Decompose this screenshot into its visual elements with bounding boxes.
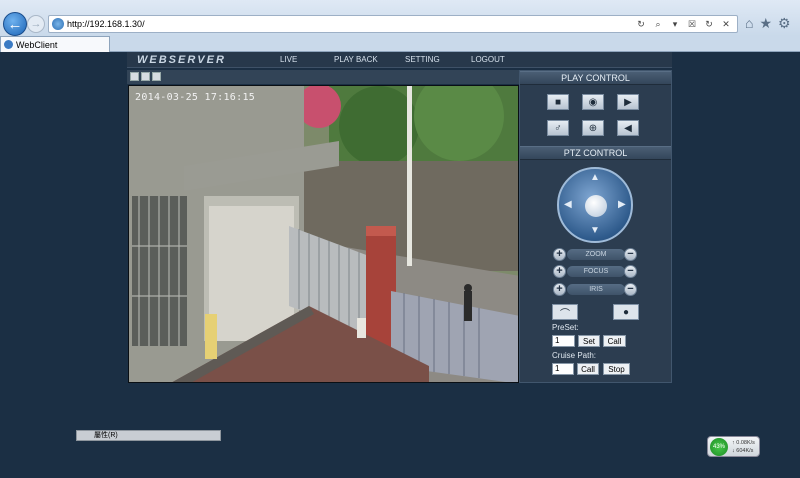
address-url[interactable]: http://192.168.1.30/: [67, 19, 635, 29]
menu-playback[interactable]: PLAY BACK: [334, 55, 378, 64]
focus-minus-button[interactable]: −: [624, 265, 637, 278]
favicon-icon: [52, 18, 64, 30]
ptz-down-arrow-icon[interactable]: ▼: [590, 225, 600, 236]
iris-minus-button[interactable]: −: [624, 283, 637, 296]
focus-label: FOCUS: [567, 266, 625, 277]
menu-live[interactable]: LIVE: [280, 55, 297, 64]
preset-call-button[interactable]: Call: [603, 335, 626, 347]
refresh-icon[interactable]: ↻: [703, 19, 715, 30]
upload-rate-row: ↑ 0.08K/s: [732, 440, 755, 446]
stop-icon[interactable]: ■: [547, 94, 569, 110]
address-bar[interactable]: http://192.168.1.30/ ↻ ⌕ ▾ ☒ ↻ ✕: [48, 15, 738, 33]
camera-scene: [129, 86, 518, 382]
snapshot-icon[interactable]: ◉: [582, 94, 604, 110]
menu-setting[interactable]: SETTING: [405, 55, 440, 64]
properties-bar[interactable]: 屬性(R): [76, 430, 221, 441]
ptz-left-arrow-icon[interactable]: ◀: [564, 199, 572, 210]
light-bulb-icon[interactable]: ●: [613, 304, 639, 320]
microphone-icon[interactable]: ♂: [547, 120, 569, 136]
tab-title: WebClient: [16, 39, 58, 50]
live-video-feed[interactable]: 2014-03-25 17:16:15: [128, 85, 519, 383]
speaker-icon[interactable]: ◀: [617, 120, 639, 136]
view-toolbar: [127, 70, 519, 84]
network-percent: 43%: [710, 438, 728, 456]
network-speed-widget[interactable]: 43% ↑ 0.08K/s ↓ 604K/s: [707, 436, 760, 457]
search-icon[interactable]: ⌕: [652, 19, 664, 30]
tab-webclient[interactable]: WebClient: [0, 36, 110, 52]
record-icon[interactable]: ▶: [617, 94, 639, 110]
compat-view-icon[interactable]: ☒: [686, 19, 698, 30]
wiper-icon[interactable]: ⌒: [552, 304, 578, 320]
menu-logout[interactable]: LOGOUT: [471, 55, 505, 64]
zoom-out-button[interactable]: −: [624, 248, 637, 261]
preset-set-button[interactable]: Set: [578, 335, 600, 347]
focus-plus-button[interactable]: +: [553, 265, 566, 278]
layout-fullscreen-icon[interactable]: [152, 72, 161, 81]
favorites-icon[interactable]: ★: [759, 15, 772, 32]
back-arrow-icon[interactable]: ←: [3, 12, 27, 36]
preset-label: PreSet:: [552, 323, 579, 332]
zoom-icon[interactable]: ⊕: [582, 120, 604, 136]
close-icon[interactable]: ✕: [720, 19, 732, 30]
zoom-in-button[interactable]: +: [553, 248, 566, 261]
iris-label: IRIS: [567, 284, 625, 295]
download-rate-row: ↓ 604K/s: [732, 448, 753, 454]
play-control-title: PLAY CONTROL: [520, 71, 671, 85]
layout-quad-icon[interactable]: [141, 72, 150, 81]
download-rate: 604K/s: [736, 448, 754, 454]
settings-gear-icon[interactable]: ⚙: [778, 15, 791, 32]
upload-rate: 0.08K/s: [736, 440, 755, 446]
tab-row: WebClient: [0, 36, 800, 52]
home-icon[interactable]: ⌂: [745, 15, 753, 32]
layout-single-icon[interactable]: [130, 72, 139, 81]
upload-arrow-icon: ↑: [732, 440, 735, 446]
compatibility-icon[interactable]: ↻: [635, 19, 647, 30]
cruise-stop-button[interactable]: Stop: [603, 363, 630, 375]
browser-titlebar: ← → http://192.168.1.30/ ↻ ⌕ ▾ ☒ ↻ ✕ ⌂ ★…: [0, 0, 800, 36]
video-timestamp: 2014-03-25 17:16:15: [135, 92, 256, 103]
dropdown-icon[interactable]: ▾: [669, 19, 681, 30]
preset-input[interactable]: 1: [552, 335, 575, 347]
ptz-right-arrow-icon[interactable]: ▶: [618, 199, 626, 210]
cruise-path-select[interactable]: 1: [552, 363, 574, 375]
iris-plus-button[interactable]: +: [553, 283, 566, 296]
tab-favicon-icon: [4, 40, 13, 49]
zoom-label: ZOOM: [567, 249, 625, 260]
ptz-center-button[interactable]: [585, 195, 607, 217]
app-logo: WEBSERVER: [137, 54, 226, 66]
cruise-path-label: Cruise Path:: [552, 351, 597, 360]
cruise-call-button[interactable]: Call: [577, 363, 599, 375]
ptz-joystick[interactable]: ▲ ▼ ◀ ▶: [557, 167, 633, 243]
ptz-up-arrow-icon[interactable]: ▲: [590, 172, 600, 183]
ptz-control-title: PTZ CONTROL: [520, 146, 671, 160]
forward-arrow-icon[interactable]: →: [27, 15, 45, 33]
download-arrow-icon: ↓: [732, 448, 735, 454]
